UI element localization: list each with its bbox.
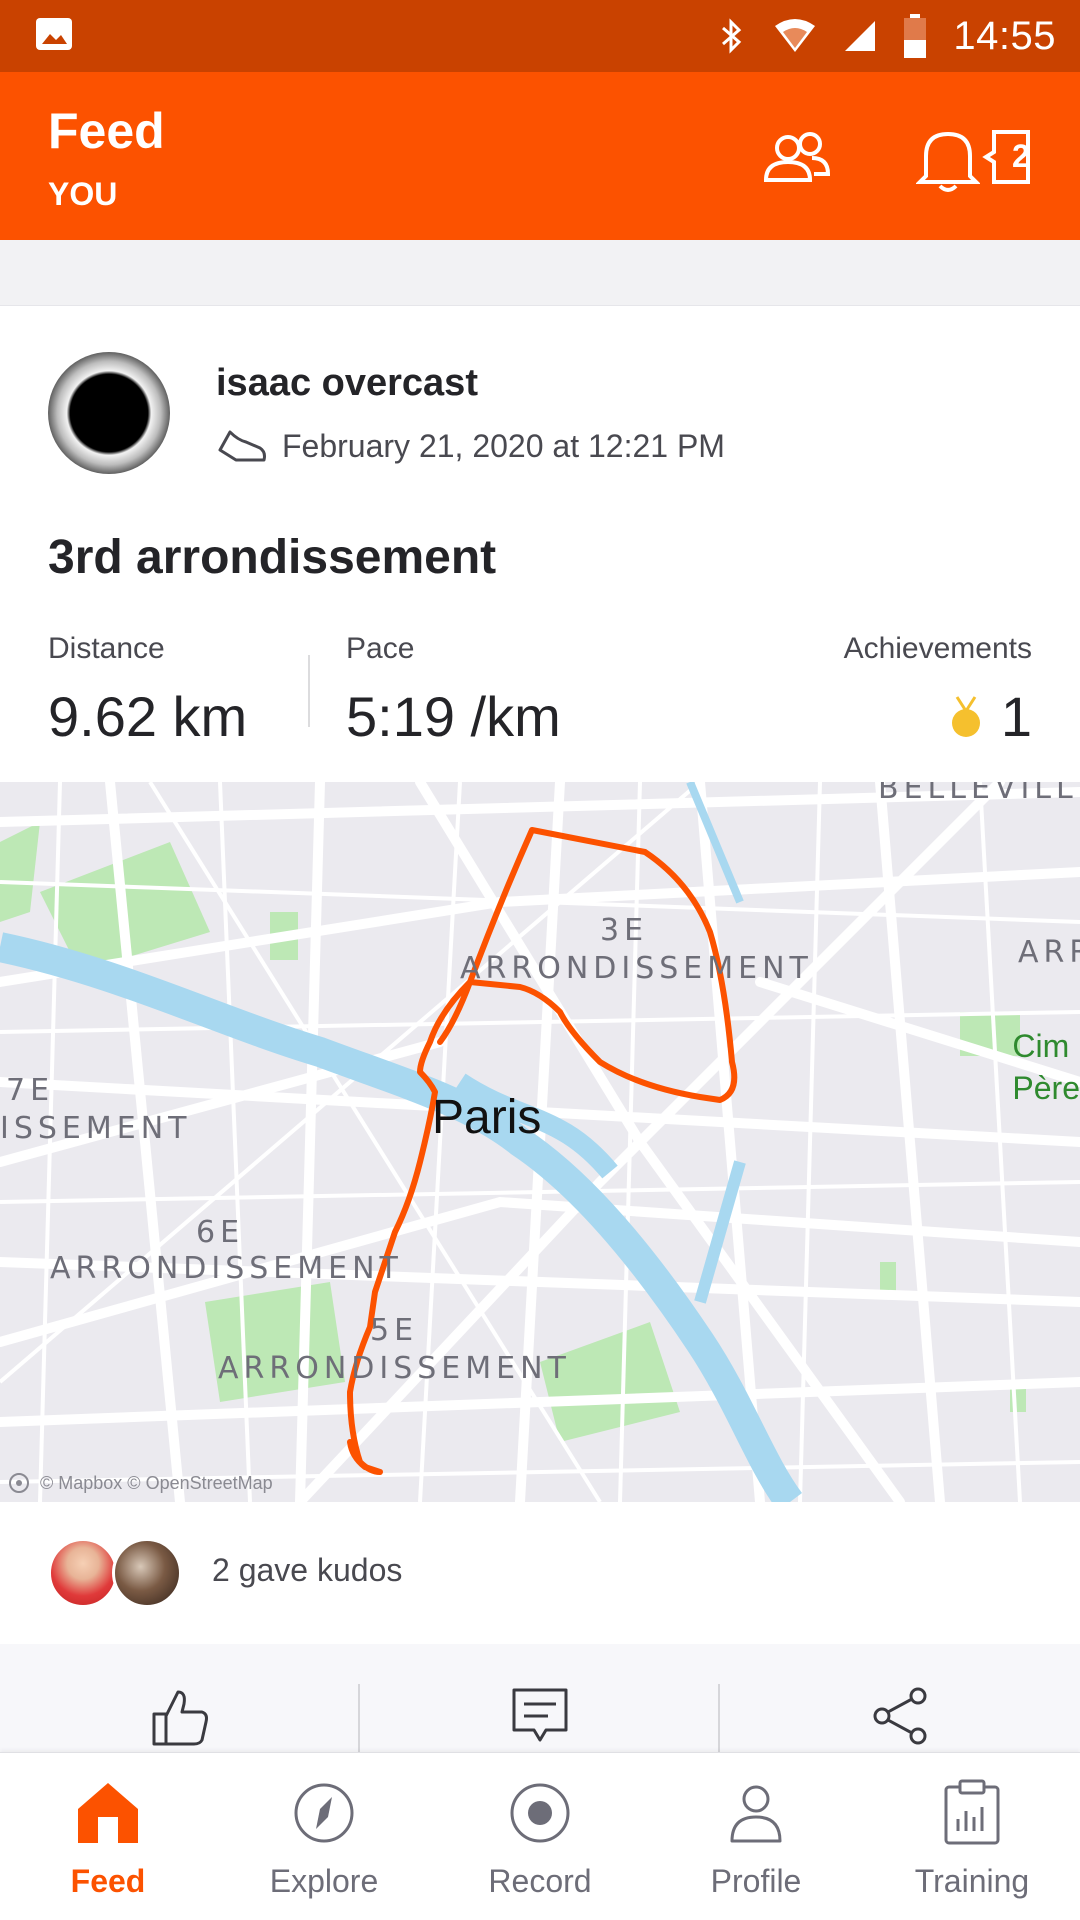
achievements-label: Achievements [843, 632, 1032, 665]
map-label-cemetery: Cim Père [1012, 1025, 1080, 1109]
distance-value: 9.62 km [48, 685, 248, 748]
mapbox-logo-icon [9, 1473, 29, 1493]
map-label-3e-line1: 3E [600, 913, 649, 948]
map-label-7e-line2: ISSEMENT [0, 1111, 192, 1146]
map-label-3e-line2: ARRONDISSEMENT [460, 951, 813, 986]
notifications-button[interactable]: 2 [916, 124, 1046, 194]
map-label-5e-line2: ARRONDISSEMENT [218, 1351, 571, 1386]
stat-divider [308, 655, 310, 727]
nav-record-label: Record [488, 1863, 592, 1899]
share-icon [873, 1687, 927, 1745]
nav-feed[interactable]: Feed [0, 1753, 216, 1920]
kudos-avatar [112, 1538, 182, 1608]
kudos-avatar [48, 1538, 118, 1608]
achievements-value: 1 [1000, 685, 1032, 748]
activity-actions [0, 1644, 1080, 1752]
comment-button[interactable] [500, 1684, 580, 1754]
achievements-stat: Achievements 1 [844, 632, 1032, 749]
nav-profile[interactable]: Profile [648, 1753, 864, 1920]
compass-icon [294, 1783, 354, 1843]
bell-icon [916, 131, 980, 192]
activity-title[interactable]: 3rd arrondissement [48, 530, 496, 585]
pace-stat: Pace 5:19 /km [346, 632, 561, 749]
friends-icon[interactable] [756, 124, 836, 194]
app-header: Feed YOU 2 [0, 72, 1080, 240]
action-divider [718, 1684, 720, 1752]
kudos-row[interactable]: 2 gave kudos [0, 1502, 1080, 1644]
feed-filter[interactable]: YOU [48, 176, 117, 213]
map-attribution-text: © Mapbox © OpenStreetMap [40, 1472, 273, 1493]
distance-stat: Distance 9.62 km [48, 632, 247, 749]
signal-icon [845, 21, 876, 51]
nav-training-label: Training [914, 1863, 1030, 1899]
wifi-icon [775, 19, 816, 52]
athlete-avatar[interactable] [48, 352, 170, 474]
bottom-nav: Feed Explore Record Profile Training [0, 1752, 1080, 1920]
record-icon [510, 1783, 570, 1843]
feed-spacer [0, 240, 1080, 306]
nav-explore-label: Explore [269, 1863, 379, 1899]
map-label-arr-right: ARR [1018, 935, 1080, 970]
nav-profile-label: Profile [710, 1863, 802, 1899]
page-title: Feed [48, 103, 165, 159]
activity-date: February 21, 2020 at 12:21 PM [282, 427, 725, 464]
medal-icon [951, 695, 980, 737]
comment-icon [512, 1688, 568, 1742]
map-label-5e-line1: 5E [370, 1313, 419, 1348]
notification-count: 2 [1012, 138, 1030, 174]
athlete-name[interactable]: isaac overcast [216, 362, 478, 405]
action-divider [358, 1684, 360, 1752]
nav-record[interactable]: Record [432, 1753, 648, 1920]
map-label-city: Paris [432, 1091, 542, 1144]
kudos-text: 2 gave kudos [212, 1552, 403, 1588]
training-clipboard-icon [944, 1779, 1000, 1845]
map-label-cemetery-line1: Cim [1012, 1028, 1070, 1064]
clock: 14:55 [953, 13, 1056, 58]
map-label-belleville: BELLEVILLE [878, 782, 1080, 806]
kudos-button[interactable] [140, 1684, 220, 1754]
activity-meta: February 21, 2020 at 12:21 PM [216, 426, 725, 466]
map-label-6e-line1: 6E [196, 1215, 245, 1250]
bluetooth-icon [722, 18, 742, 54]
pace-label: Pace [346, 632, 415, 665]
map-label-7e-line1: 7E [6, 1073, 55, 1108]
share-button[interactable] [860, 1684, 940, 1754]
profile-icon [730, 1785, 782, 1843]
thumbs-up-icon [152, 1690, 208, 1746]
home-icon [78, 1783, 138, 1843]
nav-feed-label: Feed [70, 1863, 146, 1899]
map-label-6e-line2: ARRONDISSEMENT [50, 1251, 403, 1286]
distance-label: Distance [48, 632, 165, 665]
status-bar: 14:55 [0, 0, 1080, 72]
nav-explore[interactable]: Explore [216, 1753, 432, 1920]
map-label-cemetery-line2: Père [1012, 1070, 1080, 1106]
pace-value: 5:19 /km [346, 685, 561, 748]
nav-training[interactable]: Training [864, 1753, 1080, 1920]
battery-icon [904, 14, 927, 58]
map-attribution[interactable]: © Mapbox © OpenStreetMap [8, 1472, 273, 1494]
shoe-icon [218, 430, 266, 462]
image-notification-icon [36, 18, 72, 50]
